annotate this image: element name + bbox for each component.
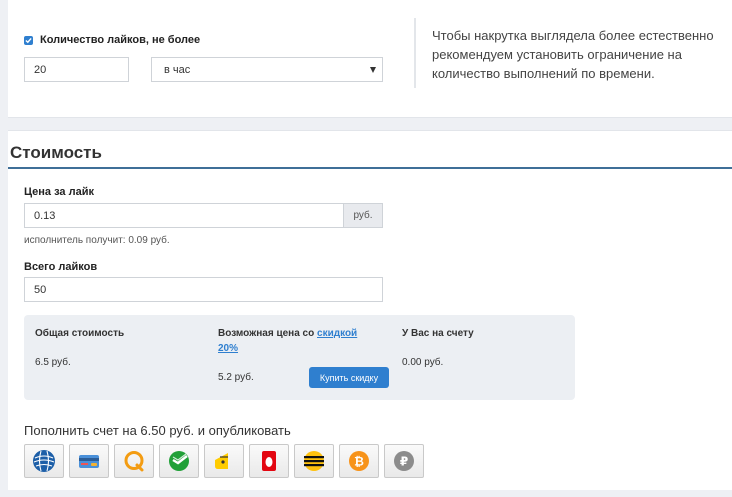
webmoney-icon — [33, 450, 55, 472]
total-cost-label: Общая стоимость — [35, 328, 125, 339]
currency-addon: руб. — [344, 203, 383, 228]
limit-count-input[interactable]: 20 — [24, 57, 129, 82]
bitcoin-icon: ₿ — [349, 451, 369, 471]
limit-period-select[interactable]: в час — [151, 57, 383, 82]
total-cost-value: 6.5 руб. — [35, 357, 71, 368]
pay-bitcoin-button[interactable]: ₿ — [339, 444, 379, 478]
limit-hint: Чтобы накрутка выглядела более естествен… — [414, 18, 732, 88]
buy-discount-button[interactable]: Купить скидку — [309, 367, 389, 388]
pay-qiwi-button[interactable] — [114, 444, 154, 478]
pay-mts-button[interactable] — [249, 444, 289, 478]
limit-checkbox[interactable] — [24, 35, 33, 45]
svg-text:₿: ₿ — [354, 455, 364, 469]
total-likes-label: Всего лайков — [24, 261, 98, 273]
payment-title: Пополнить счет на 6.50 руб. и опубликова… — [24, 423, 291, 438]
qiwi-icon — [124, 451, 144, 472]
price-label: Цена за лайк — [24, 186, 94, 198]
section-divider — [8, 167, 732, 169]
sberbank-icon — [169, 451, 189, 471]
discount-value: 5.2 руб. — [218, 372, 254, 383]
pay-ruble-button[interactable]: ₽ — [384, 444, 424, 478]
executor-note: исполнитель получит: 0.09 руб. — [24, 235, 170, 246]
mts-icon — [262, 451, 276, 471]
limit-checkbox-row[interactable]: Количество лайков, не более — [24, 34, 200, 46]
pay-sberbank-button[interactable] — [159, 444, 199, 478]
pay-card-button[interactable] — [69, 444, 109, 478]
balance-value: 0.00 руб. — [402, 357, 444, 368]
total-likes-input[interactable]: 50 — [24, 277, 383, 302]
price-input[interactable]: 0.13 — [24, 203, 344, 228]
yandex-money-icon — [215, 453, 228, 469]
beeline-icon — [304, 451, 324, 471]
checkmark-icon — [25, 37, 32, 43]
section-title: Стоимость — [10, 143, 102, 162]
balance-label: У Вас на счету — [402, 328, 474, 339]
limit-card: Количество лайков, не более 20 в час Что… — [8, 0, 732, 118]
discount-label-text: Возможная цена со — [218, 328, 318, 339]
svg-text:₽: ₽ — [400, 455, 408, 469]
dropdown-arrow-icon — [370, 67, 376, 73]
pay-beeline-button[interactable] — [294, 444, 334, 478]
bank-card-icon — [79, 455, 99, 468]
pay-yandex-button[interactable] — [204, 444, 244, 478]
payment-methods: ₿ ₽ — [24, 444, 429, 478]
discount-label: Возможная цена со скидкой 20% — [218, 326, 378, 356]
pay-webmoney-button[interactable] — [24, 444, 64, 478]
totals-panel: Общая стоимость 6.5 руб. Возможная цена … — [24, 315, 575, 400]
cost-section: Стоимость Цена за лайк 0.13 руб. исполни… — [8, 130, 732, 490]
limit-period-value: в час — [164, 63, 191, 76]
ruble-icon: ₽ — [394, 451, 414, 471]
limit-checkbox-label: Количество лайков, не более — [40, 34, 201, 46]
